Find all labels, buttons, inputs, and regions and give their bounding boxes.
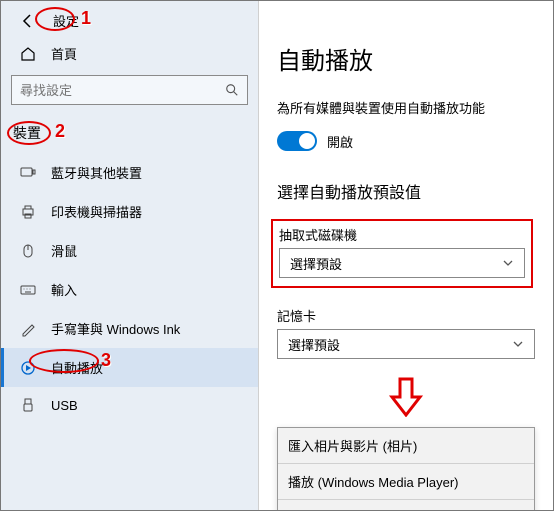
chevron-down-icon: [512, 338, 524, 350]
sub-heading: 為所有媒體與裝置使用自動播放功能: [277, 98, 535, 117]
defaults-heading: 選擇自動播放預設值: [277, 179, 535, 203]
search-input-container[interactable]: [11, 75, 248, 105]
memorycard-label: 記憶卡: [277, 306, 535, 325]
autoplay-icon: [19, 360, 37, 376]
autoplay-toggle[interactable]: [277, 131, 317, 151]
removable-drive-group: 抽取式磁碟機 選擇預設: [271, 219, 533, 288]
dropdown-opt-play[interactable]: 播放 (Windows Media Player): [278, 464, 534, 500]
home-icon: [19, 46, 37, 62]
arrow-down-icon: [388, 377, 424, 417]
sidebar-item-mouse[interactable]: 滑鼠: [1, 231, 258, 270]
sidebar-item-bluetooth[interactable]: 藍牙與其他裝置: [1, 153, 258, 192]
search-input[interactable]: [20, 83, 225, 98]
home-label: 首頁: [51, 44, 77, 63]
sidebar-item-autoplay[interactable]: 自動播放: [1, 348, 258, 387]
sidebar-item-typing[interactable]: 輸入: [1, 270, 258, 309]
removable-drive-label: 抽取式磁碟機: [279, 225, 525, 244]
dropdown-opt-nothing[interactable]: 不執行任何動作: [278, 500, 534, 510]
search-icon: [225, 83, 239, 97]
sidebar-item-label: 滑鼠: [51, 241, 77, 260]
back-icon[interactable]: [19, 13, 37, 29]
pen-icon: [19, 321, 37, 337]
dropdown-opt-import[interactable]: 匯入相片與影片 (相片): [278, 428, 534, 464]
chevron-down-icon: [502, 257, 514, 269]
dropdown-options: 匯入相片與影片 (相片) 播放 (Windows Media Player) 不…: [277, 427, 535, 510]
printer-icon: [19, 204, 37, 220]
keyboard-icon: [19, 282, 37, 298]
sidebar-item-label: 手寫筆與 Windows Ink: [51, 319, 180, 338]
sidebar-item-pen[interactable]: 手寫筆與 Windows Ink: [1, 309, 258, 348]
sidebar: 設定 首頁 裝置 藍牙與其他裝置: [1, 1, 259, 510]
section-label: 裝置: [1, 119, 258, 153]
sidebar-item-label: 藍牙與其他裝置: [51, 163, 142, 182]
toggle-state-label: 開啟: [327, 132, 353, 151]
mouse-icon: [19, 243, 37, 259]
bluetooth-icon: [19, 165, 37, 181]
memorycard-select[interactable]: 選擇預設: [277, 329, 535, 359]
sidebar-item-printers[interactable]: 印表機與掃描器: [1, 192, 258, 231]
sidebar-item-label: 輸入: [51, 280, 77, 299]
sidebar-item-label: 自動播放: [51, 358, 103, 377]
memorycard-group: 記憶卡 選擇預設: [277, 306, 535, 359]
sidebar-item-label: USB: [51, 398, 78, 413]
main-content: 自動播放 為所有媒體與裝置使用自動播放功能 開啟 選擇自動播放預設值 抽取式磁碟…: [259, 1, 553, 510]
sidebar-item-usb[interactable]: USB: [1, 387, 258, 423]
usb-icon: [19, 397, 37, 413]
page-title: 自動播放: [277, 41, 535, 76]
select-value: 選擇預設: [288, 335, 340, 354]
select-value: 選擇預設: [290, 254, 342, 273]
home-link[interactable]: 首頁: [1, 38, 258, 69]
removable-drive-select[interactable]: 選擇預設: [279, 248, 525, 278]
settings-title: 設定: [53, 11, 79, 30]
sidebar-item-label: 印表機與掃描器: [51, 202, 142, 221]
